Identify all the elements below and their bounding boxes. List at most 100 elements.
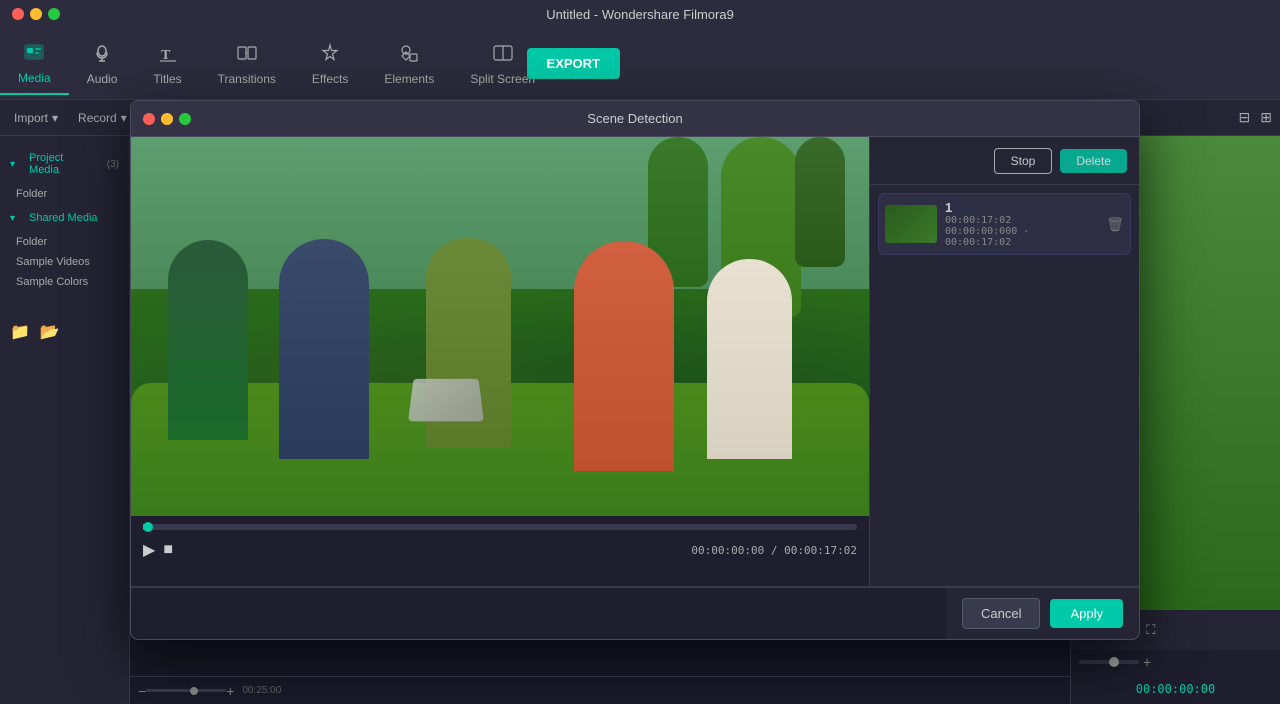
toolbar-label-media: Media: [18, 71, 51, 85]
titlebar: Untitled - Wondershare Filmora9: [0, 0, 1280, 28]
preview-zoom-plus-icon[interactable]: +: [1143, 654, 1151, 670]
apply-button[interactable]: Apply: [1050, 599, 1123, 628]
app-title: Untitled - Wondershare Filmora9: [546, 7, 734, 22]
record-label: Record: [78, 111, 117, 125]
scene-item-1: 1 00:00:17:02 00:00:00:000 - 00:00:17:02…: [878, 193, 1131, 255]
main-toolbar: Media Audio T Titles: [0, 28, 1280, 100]
student-figure-1: [168, 240, 248, 440]
video-time-controls: ▶ ■ 00:00:00:00 / 00:00:17:02: [143, 540, 857, 560]
record-chevron-icon: ▾: [121, 111, 127, 125]
transitions-icon: [236, 42, 258, 68]
modal-body: ▶ ■ 00:00:00:00 / 00:00:17:02 Stop Delet…: [131, 137, 1139, 586]
modal-maximize-button[interactable]: [179, 113, 191, 125]
modal-footer-right: Cancel Apply: [946, 587, 1139, 639]
toolbar-label-effects: Effects: [312, 72, 348, 86]
scene-detection-modal: Scene Detection: [130, 100, 1140, 640]
filter-icon[interactable]: ⊟: [1239, 109, 1251, 126]
record-button[interactable]: Record ▾: [72, 109, 133, 127]
student-figure-5: [707, 259, 792, 459]
sidebar-item-sample-videos[interactable]: Sample Videos: [0, 252, 129, 272]
shared-media-section[interactable]: Shared Media: [19, 208, 108, 228]
titles-icon: T: [157, 42, 179, 68]
project-media-count: (3): [107, 159, 119, 170]
preview-timestamp: 00:00:00:00: [1136, 682, 1215, 696]
modal-right-panel: Stop Delete 1 00:00:17:02 00:00:00:000 -…: [869, 137, 1139, 586]
add-folder-icon[interactable]: 📁: [10, 322, 30, 342]
window-controls: [12, 8, 60, 20]
video-progress-bar[interactable]: [143, 524, 857, 530]
zoom-plus-icon[interactable]: +: [226, 683, 234, 699]
scene-delete-icon-1[interactable]: 🗑: [1106, 216, 1124, 233]
modal-footer: Cancel Apply: [131, 586, 1139, 639]
toolbar-item-audio[interactable]: Audio: [69, 34, 136, 94]
stop-detection-button[interactable]: Stop: [994, 148, 1053, 174]
toolbar-label-elements: Elements: [384, 72, 434, 86]
progress-indicator: [143, 522, 153, 532]
new-folder-icon[interactable]: 📂: [40, 322, 60, 342]
sidebar-item-shared-folder[interactable]: Folder: [0, 232, 129, 252]
student-figure-4: [574, 241, 674, 471]
modal-close-button[interactable]: [143, 113, 155, 125]
zoom-thumb: [190, 687, 198, 695]
delete-detection-button[interactable]: Delete: [1060, 149, 1127, 173]
audio-icon: [91, 42, 113, 68]
toolbar-item-media[interactable]: Media: [0, 33, 69, 95]
import-button[interactable]: Import ▾: [8, 109, 64, 127]
scene-number-1: 1: [945, 200, 1098, 215]
toolbar-label-transitions: Transitions: [218, 72, 276, 86]
toolbar-label-titles: Titles: [153, 72, 181, 86]
preview-zoom-slider[interactable]: [1079, 660, 1139, 664]
project-media-expand-icon[interactable]: ▾: [10, 159, 15, 170]
timeline-time-25: 00:25:00: [242, 685, 281, 696]
tree-decoration-3: [795, 137, 845, 267]
effects-icon: [319, 42, 341, 68]
split-screen-icon: [492, 42, 514, 68]
maximize-button[interactable]: [48, 8, 60, 20]
zoom-minus-icon[interactable]: −: [138, 683, 146, 699]
video-time-display: 00:00:00:00 / 00:00:17:02: [691, 544, 857, 557]
modal-video-preview: [131, 137, 869, 516]
modal-right-header: Stop Delete: [870, 137, 1139, 185]
preview-zoom-thumb: [1109, 657, 1119, 667]
preview-zoom-row: +: [1071, 650, 1280, 674]
cancel-button[interactable]: Cancel: [962, 598, 1040, 629]
video-scene-background: [131, 137, 869, 516]
sidebar-item-folder[interactable]: Folder: [0, 184, 129, 204]
modal-title: Scene Detection: [587, 111, 682, 126]
import-label: Import: [14, 111, 48, 125]
stop-button[interactable]: ■: [163, 541, 173, 559]
modal-video-controls: ▶ ■ 00:00:00:00 / 00:00:17:02: [131, 516, 869, 586]
media-icon: [23, 41, 45, 67]
sidebar-item-sample-colors[interactable]: Sample Colors: [0, 272, 129, 292]
close-button[interactable]: [12, 8, 24, 20]
toolbar-item-effects[interactable]: Effects: [294, 34, 366, 94]
toolbar-label-audio: Audio: [87, 72, 118, 86]
toolbar-item-transitions[interactable]: Transitions: [200, 34, 294, 94]
minimize-button[interactable]: [30, 8, 42, 20]
shared-media-expand-icon[interactable]: ▾: [10, 213, 15, 224]
export-button[interactable]: EXPORT: [527, 48, 620, 79]
modal-titlebar: Scene Detection: [131, 101, 1139, 137]
zoom-bar[interactable]: [146, 689, 226, 692]
bottom-bar: − + 00:25:00: [130, 676, 1070, 704]
toolbar-item-elements[interactable]: Elements: [366, 34, 452, 94]
project-media-section[interactable]: Project Media: [19, 148, 103, 180]
play-button[interactable]: ▶: [143, 540, 155, 560]
modal-video-area: ▶ ■ 00:00:00:00 / 00:00:17:02: [131, 137, 869, 586]
student-figure-2: [279, 239, 369, 459]
scene-thumbnail-1: [885, 205, 937, 243]
modal-minimize-button[interactable]: [161, 113, 173, 125]
modal-window-controls: [143, 113, 191, 125]
grid-icon[interactable]: ⊞: [1260, 109, 1272, 126]
toolbar-item-titles[interactable]: T Titles: [135, 34, 199, 94]
scene-range-1: 00:00:00:000 - 00:00:17:02: [945, 226, 1098, 248]
elements-icon: [398, 42, 420, 68]
scene-duration-1: 00:00:17:02: [945, 215, 1098, 226]
preview-fullscreen-icon[interactable]: ⛶: [1146, 622, 1155, 638]
sidebar-bottom-icons: 📁 📂: [0, 316, 129, 348]
left-sidebar: ▾ Project Media (3) Folder ▾ Shared Medi…: [0, 136, 130, 704]
scene-list: 1 00:00:17:02 00:00:00:000 - 00:00:17:02…: [870, 185, 1139, 586]
toolbar-label-split-screen: Split Screen: [470, 72, 535, 86]
modal-footer-left: [131, 587, 946, 639]
toolbar-items: Media Audio T Titles: [0, 33, 553, 95]
